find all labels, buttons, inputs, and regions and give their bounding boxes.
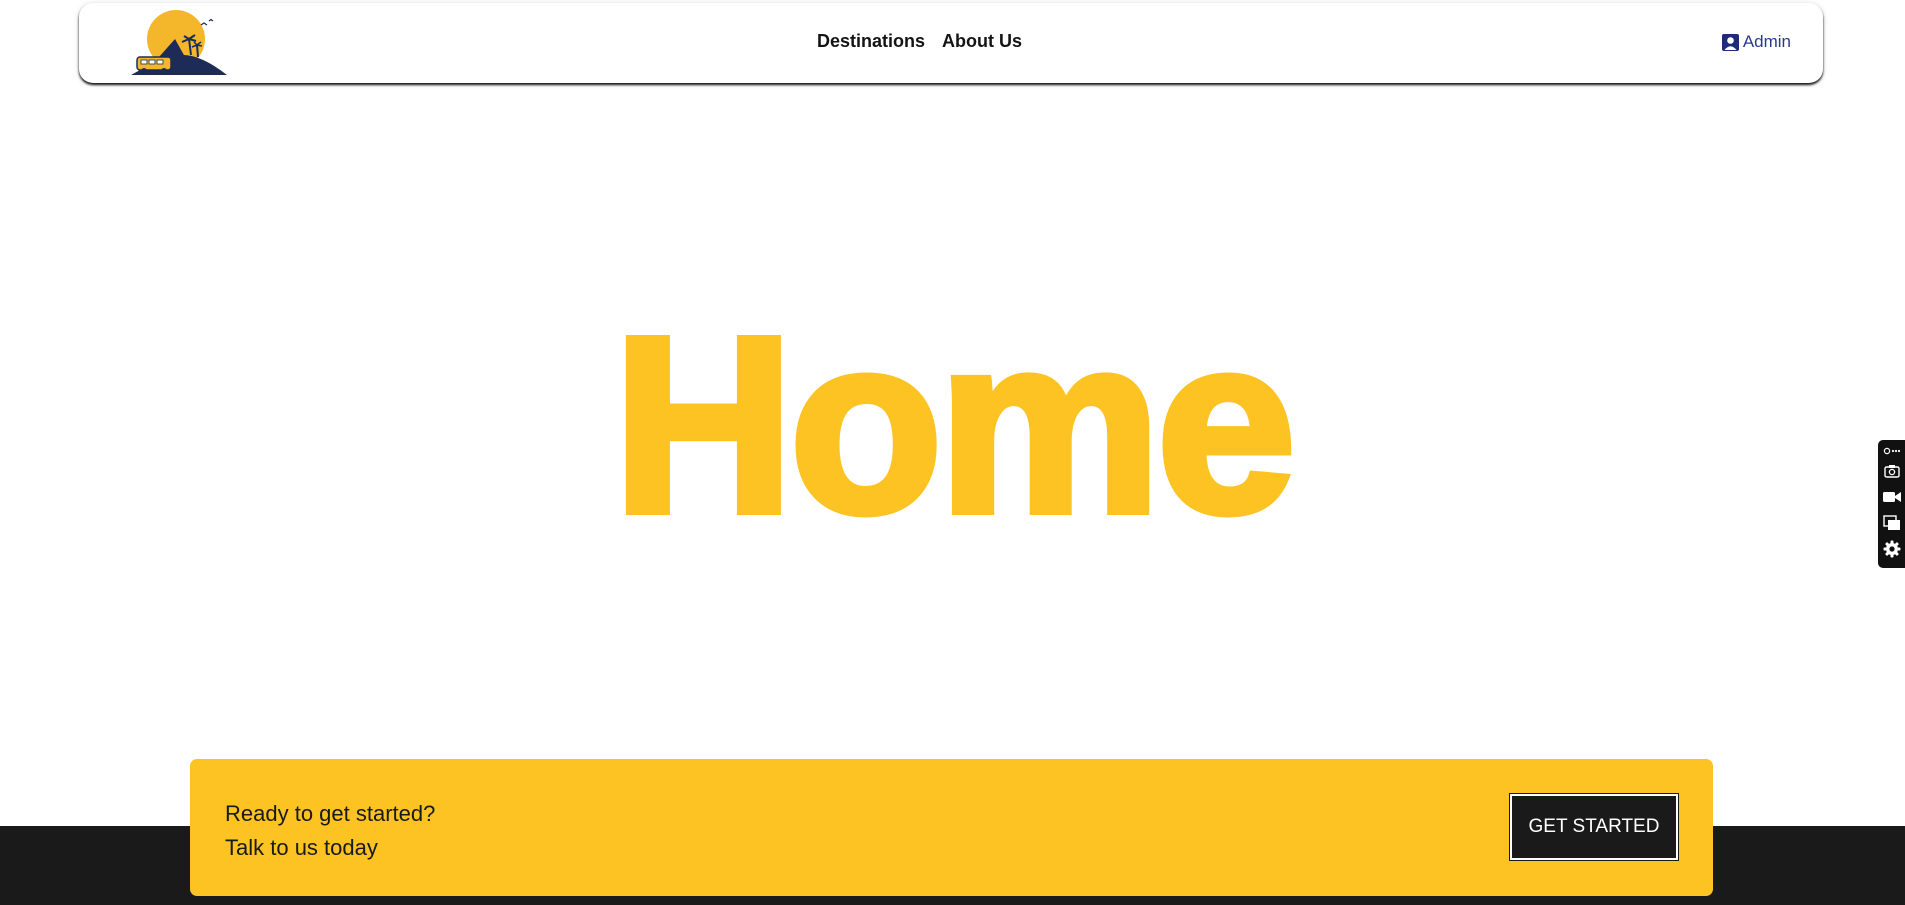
- gear-icon[interactable]: [1881, 536, 1903, 562]
- camera-icon[interactable]: [1881, 458, 1903, 484]
- admin-link[interactable]: Admin: [1721, 32, 1791, 52]
- hero-title: Home: [609, 285, 1300, 564]
- cta-banner: Ready to get started? Talk to us today G…: [190, 759, 1713, 896]
- cta-text: Ready to get started? Talk to us today: [225, 797, 435, 865]
- video-camera-icon[interactable]: [1881, 484, 1903, 510]
- cta-line-1: Ready to get started?: [225, 801, 436, 826]
- side-toolbar: [1878, 440, 1905, 568]
- user-badge-icon: [1721, 33, 1739, 51]
- site-logo[interactable]: [129, 9, 229, 77]
- nav-destinations-link[interactable]: Destinations: [817, 31, 925, 52]
- sun-island-bus-logo-icon: [131, 10, 227, 75]
- copy-window-icon[interactable]: [1881, 510, 1903, 536]
- get-started-button[interactable]: GET STARTED: [1509, 793, 1679, 861]
- top-navbar: Destinations About Us Admin: [79, 3, 1823, 83]
- nav-about-us-link[interactable]: About Us: [942, 31, 1022, 52]
- cta-line-2: Talk to us today: [225, 835, 378, 860]
- main-nav: Destinations About Us: [817, 31, 1022, 52]
- admin-label: Admin: [1742, 32, 1791, 51]
- extension-menu-icon[interactable]: [1881, 444, 1903, 458]
